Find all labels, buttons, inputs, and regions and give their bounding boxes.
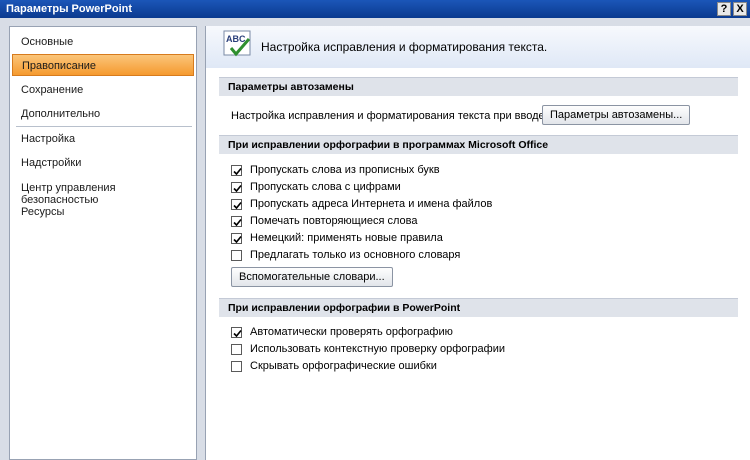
option-label: Использовать контекстную проверку орфогр… xyxy=(250,343,505,355)
option-label: Пропускать слова из прописных букв xyxy=(250,164,440,176)
section-ppt-spelling-title: При исправлении орфографии в PowerPoint xyxy=(219,298,738,317)
checkbox[interactable] xyxy=(231,182,242,193)
checkbox[interactable] xyxy=(231,327,242,338)
sidebar-item-general[interactable]: Основные xyxy=(12,31,194,53)
help-button[interactable]: ? xyxy=(717,2,731,16)
sidebar: Основные Правописание Сохранение Дополни… xyxy=(9,26,197,460)
checkmark-icon xyxy=(233,329,242,338)
sidebar-item-save[interactable]: Сохранение xyxy=(12,79,194,101)
sidebar-item-trust-center[interactable]: Центр управления безопасностью xyxy=(12,177,194,206)
sidebar-item-customize[interactable]: Настройка xyxy=(12,128,194,150)
option-label: Помечать повторяющиеся слова xyxy=(250,215,418,227)
sidebar-divider xyxy=(16,126,192,127)
checkbox[interactable] xyxy=(231,361,242,372)
sidebar-item-proofing[interactable]: Правописание xyxy=(12,54,194,76)
checkbox[interactable] xyxy=(231,165,242,176)
checkbox[interactable] xyxy=(231,199,242,210)
main-panel: ABC Настройка исправления и форматирован… xyxy=(205,26,750,460)
close-button[interactable]: X xyxy=(733,2,747,16)
option-label: Пропускать слова с цифрами xyxy=(250,181,401,193)
section-office-spelling-title: При исправлении орфографии в программах … xyxy=(219,135,738,154)
autocorrect-label: Настройка исправления и форматирования т… xyxy=(231,110,548,122)
checkbox[interactable] xyxy=(231,233,242,244)
custom-dictionaries-button[interactable]: Вспомогательные словари... xyxy=(231,267,393,287)
option-label: Автоматически проверять орфографию xyxy=(250,326,453,338)
checkmark-icon xyxy=(233,218,242,227)
sidebar-item-advanced[interactable]: Дополнительно xyxy=(12,103,194,125)
window-title: Параметры PowerPoint xyxy=(6,3,133,15)
autocorrect-options-button[interactable]: Параметры автозамены... xyxy=(542,105,691,125)
checkmark-icon xyxy=(233,167,242,176)
sidebar-item-resources[interactable]: Ресурсы xyxy=(12,201,194,223)
checkmark-icon xyxy=(233,235,242,244)
panel-header-text: Настройка исправления и форматирования т… xyxy=(261,40,548,54)
abc-icon-text: ABC xyxy=(226,34,246,44)
checkmark-icon xyxy=(233,201,242,210)
panel-header: ABC Настройка исправления и форматирован… xyxy=(206,26,750,68)
option-label: Немецкий: применять новые правила xyxy=(250,232,443,244)
option-label: Предлагать только из основного словаря xyxy=(250,249,461,261)
checkbox[interactable] xyxy=(231,344,242,355)
option-label: Скрывать орфографические ошибки xyxy=(250,360,437,372)
checkbox[interactable] xyxy=(231,250,242,261)
abc-spelling-icon: ABC xyxy=(223,30,251,57)
option-label: Пропускать адреса Интернета и имена файл… xyxy=(250,198,493,210)
checkbox[interactable] xyxy=(231,216,242,227)
checkmark-icon xyxy=(233,184,242,193)
section-autocorrect-title: Параметры автозамены xyxy=(219,77,738,96)
window-title-bar: Параметры PowerPoint xyxy=(0,0,750,18)
sidebar-item-addins[interactable]: Надстройки xyxy=(12,152,194,174)
